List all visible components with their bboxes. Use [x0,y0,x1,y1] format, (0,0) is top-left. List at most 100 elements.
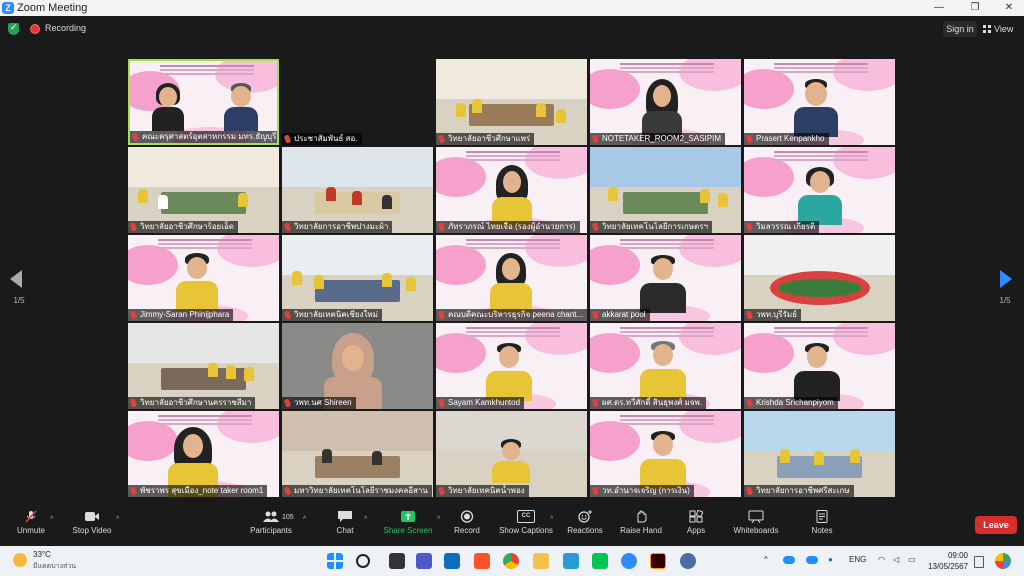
participant-name: วิมลวรรณ เกียรติ [744,221,820,233]
video-tile[interactable]: วิทยาลัยอาชีวศึกษานครราชสีมา [128,323,279,409]
clock-date: 13/05/2567 [928,562,969,571]
show-captions-button[interactable]: CC Show Captions [496,506,556,546]
microphone-tray-icon[interactable]: ● [828,555,833,564]
onedrive-business-icon[interactable] [806,556,818,564]
participant-name: ภัทราภรณ์ ไทยเจือ (รองผู้อำนวยการ) [436,221,580,233]
video-tile[interactable]: วิทยาลัยการอาชีพปางมะผ้า [282,147,433,233]
video-tile[interactable]: akkarat pool [590,235,741,321]
task-view-icon[interactable] [389,553,405,569]
leave-button[interactable]: Leave [975,516,1017,534]
participants-count: 105 [282,514,294,521]
meeting-topbar: Recording Sign in View [0,16,1024,42]
video-tile[interactable]: NOTETAKER_ROOM2_SASIPIM [590,59,741,145]
line-icon[interactable] [592,553,608,569]
video-camera-icon [85,512,99,521]
app-globe-icon[interactable] [680,553,696,569]
participants-options-chevron-icon[interactable]: ^ [303,516,306,523]
reactions-button[interactable]: Reactions [566,506,604,546]
video-tile[interactable]: ผศ.ดร.ทวีศักดิ์ สินธุพงศ์ มจพ. [590,323,741,409]
maximize-button[interactable]: ❐ [958,0,992,16]
file-explorer-icon[interactable] [533,553,549,569]
video-tile[interactable]: วิมลวรรณ เกียรติ [744,147,895,233]
unmute-button[interactable]: Unmute [10,506,52,546]
participant-name: วิทยาลัยการอาชีพศรีสะเกษ [744,485,854,497]
raise-hand-label: Raise Hand [620,526,662,535]
video-tile[interactable]: วพท.บุรีรัมย์ [744,235,895,321]
tray-overflow-chevron-icon[interactable]: ^ [764,555,768,564]
minimize-button[interactable]: — [922,0,956,16]
apps-button[interactable]: Apps [680,506,712,546]
raise-hand-button[interactable]: Raise Hand [616,506,666,546]
language-indicator[interactable]: ENG [849,555,866,564]
video-tile[interactable]: มหาวิทยาลัยเทคโนโลยีราชมงคลอีสาน [282,411,433,497]
participants-button[interactable]: Participants [246,506,296,546]
video-tile[interactable]: วิทยาลัยเทคโนโลยีการเกษตรฯ [590,147,741,233]
participant-name: วท.อำนาจเจริญ (การเงิน) [590,485,694,497]
video-tile[interactable]: คณบดีคณะบริหารธุรกิจ peena chant... [436,235,587,321]
video-tile[interactable]: วิทยาลัยเทคนิคเชียงใหม่ [282,235,433,321]
video-tile[interactable]: วพท.นศ Shireen [282,323,433,409]
zoom-taskbar-icon[interactable] [621,553,637,569]
share-options-chevron-icon[interactable]: ^ [437,516,440,523]
participant-name: วิทยาลัยเทคนิคน้ำพอง [436,485,529,497]
windows-start-icon[interactable] [327,553,343,569]
video-tile[interactable]: วิทยาลัยการอาชีพศรีสะเกษ [744,411,895,497]
weather-description: มีแดดบางส่วน [33,563,76,570]
video-tile[interactable]: พัชราพร สุขเมือง_note taker room1 [128,411,279,497]
view-button[interactable]: View [983,21,1019,37]
video-tile[interactable]: Krishda Srichanpiyom [744,323,895,409]
wifi-icon[interactable]: ◠ [878,555,885,564]
video-tile[interactable]: คณะครุศาสตร์อุตสาหกรรม มทร.ธัญบุรี [128,59,279,145]
grid-view-icon [983,25,991,33]
video-tile[interactable]: Sayam Kamkhuntod [436,323,587,409]
brave-browser-icon[interactable] [474,553,490,569]
search-icon[interactable] [356,554,370,568]
illustrator-icon[interactable] [650,553,666,569]
stop-video-label: Stop Video [72,526,112,535]
participants-label: Participants [250,526,292,535]
video-options-chevron-icon[interactable]: ^ [116,516,119,523]
participant-name: วิทยาลัยการอาชีพปางมะผ้า [282,221,393,233]
security-shield-icon[interactable] [8,22,19,35]
previous-page-arrow-icon[interactable] [10,270,22,288]
video-tile[interactable]: วิทยาลัยอาชีวศึกษาร้อยเอ็ด [128,147,279,233]
muted-microphone-icon [25,510,37,523]
close-button[interactable]: ✕ [992,0,1024,16]
notifications-icon[interactable] [974,556,984,568]
onedrive-icon[interactable] [783,556,795,564]
video-tile[interactable]: ภัทราภรณ์ ไทยเจือ (รองผู้อำนวยการ) [436,147,587,233]
battery-icon[interactable]: ▭ [908,555,916,564]
apps-label: Apps [686,526,706,535]
volume-icon[interactable]: ◁ [893,555,899,564]
copilot-icon[interactable] [995,553,1011,569]
weather-temperature: 33°C [33,550,51,559]
participant-name: วพท.นศ Shireen [282,397,356,409]
record-icon [460,510,474,523]
captions-options-chevron-icon[interactable]: ^ [550,516,553,523]
sign-in-button[interactable]: Sign in [943,21,977,37]
video-tile[interactable]: Jimmy-Saran Phinijphara [128,235,279,321]
next-page-arrow-icon[interactable] [1000,270,1012,288]
whiteboard-icon [748,510,764,523]
video-tile[interactable]: วิทยาลัยเทคนิคน้ำพอง [436,411,587,497]
record-button[interactable]: Record [450,506,484,546]
chat-options-chevron-icon[interactable]: ^ [364,516,367,523]
chat-button[interactable]: Chat [330,506,360,546]
reactions-label: Reactions [567,526,603,535]
system-clock[interactable]: 09:00 13/05/2567 [928,550,968,572]
outlook-icon[interactable] [444,553,460,569]
weather-sun-icon[interactable] [13,553,27,567]
share-screen-button[interactable]: Share Screen [380,506,436,546]
video-tile[interactable]: Prasert Kenpankho [744,59,895,145]
recording-icon[interactable] [30,24,40,34]
chrome-icon[interactable] [503,553,519,569]
audio-options-chevron-icon[interactable]: ^ [50,516,53,523]
video-tile[interactable]: วิทยาลัยอาชีวศึกษาแพร่ [436,59,587,145]
edge-icon[interactable] [563,553,579,569]
video-tile[interactable]: ประชาสัมพันธ์ สอ. [282,59,433,145]
teams-icon[interactable] [416,553,432,569]
notes-button[interactable]: Notes [806,506,838,546]
whiteboards-button[interactable]: Whiteboards [730,506,782,546]
stop-video-button[interactable]: Stop Video [68,506,116,546]
video-tile[interactable]: วท.อำนาจเจริญ (การเงิน) [590,411,741,497]
